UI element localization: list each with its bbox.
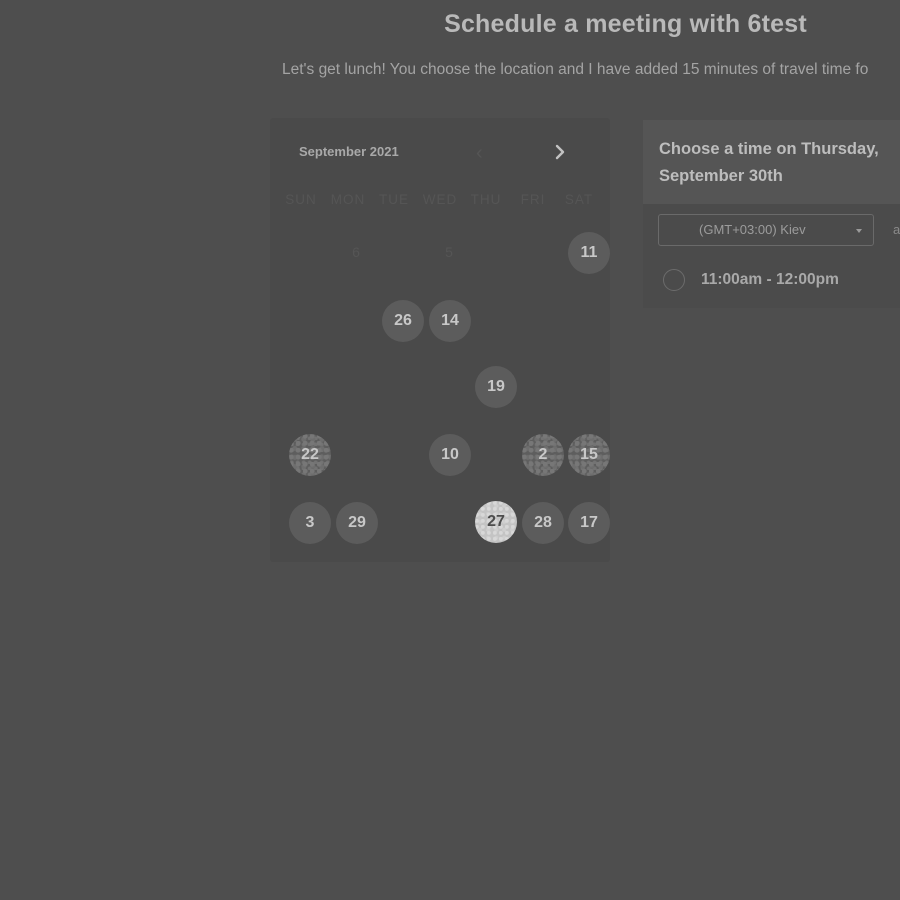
time-slot-label: 11:00am - 12:00pm — [701, 271, 839, 288]
calendar-day[interactable]: 3 — [289, 502, 331, 544]
calendar-day[interactable]: 26 — [382, 300, 424, 342]
next-month-button[interactable] — [553, 144, 567, 160]
radio-circle-icon[interactable] — [663, 269, 685, 291]
chevron-left-icon: ‹ — [476, 142, 483, 164]
calendar-day[interactable]: 2 — [522, 434, 564, 476]
weekday-label: FRI — [520, 192, 546, 207]
chevron-right-icon — [555, 144, 565, 160]
page-title: Schedule a meeting with 6test — [444, 10, 807, 38]
caret-down-icon — [856, 229, 862, 233]
timezone-value: (GMT+03:00) Kiev — [699, 222, 806, 237]
weekday-label: SUN — [285, 192, 317, 207]
weekday-header: SUN MON TUE WED THU FRI SAT — [270, 192, 610, 210]
calendar-day[interactable]: 29 — [336, 502, 378, 544]
calendar-day[interactable]: 14 — [429, 300, 471, 342]
event-description: Let's get lunch! You choose the location… — [282, 61, 869, 78]
weekday-label: SAT — [564, 192, 594, 207]
calendar-day[interactable]: 22 — [289, 434, 331, 476]
calendar-day[interactable]: 10 — [429, 434, 471, 476]
weekday-label: THU — [470, 192, 502, 207]
timezone-suffix: a — [893, 222, 900, 237]
weekday-label: MON — [330, 192, 366, 207]
time-picker-header: Choose a time on Thursday, September 30t… — [643, 120, 900, 204]
calendar-card: September 2021 ‹ SUN MON TUE WED THU FRI… — [270, 118, 610, 562]
prev-month-button[interactable]: ‹ — [476, 143, 483, 163]
time-picker-panel: Choose a time on Thursday, September 30t… — [643, 120, 900, 308]
month-label: September 2021 — [299, 144, 399, 159]
calendar-day[interactable]: 17 — [568, 502, 610, 544]
calendar-day[interactable]: 15 — [568, 434, 610, 476]
calendar-day[interactable]: 19 — [475, 366, 517, 408]
selected-day[interactable]: 27 — [475, 501, 517, 543]
calendar-day[interactable]: 28 — [522, 502, 564, 544]
unavailable-day: 6 — [352, 244, 360, 260]
timezone-select[interactable]: (GMT+03:00) Kiev — [658, 214, 874, 246]
unavailable-day: 5 — [445, 244, 453, 260]
weekday-label: WED — [422, 192, 458, 207]
calendar-day[interactable]: 11 — [568, 232, 610, 274]
time-picker-heading: Choose a time on Thursday, September 30t… — [659, 140, 879, 185]
weekday-label: TUE — [379, 192, 409, 207]
